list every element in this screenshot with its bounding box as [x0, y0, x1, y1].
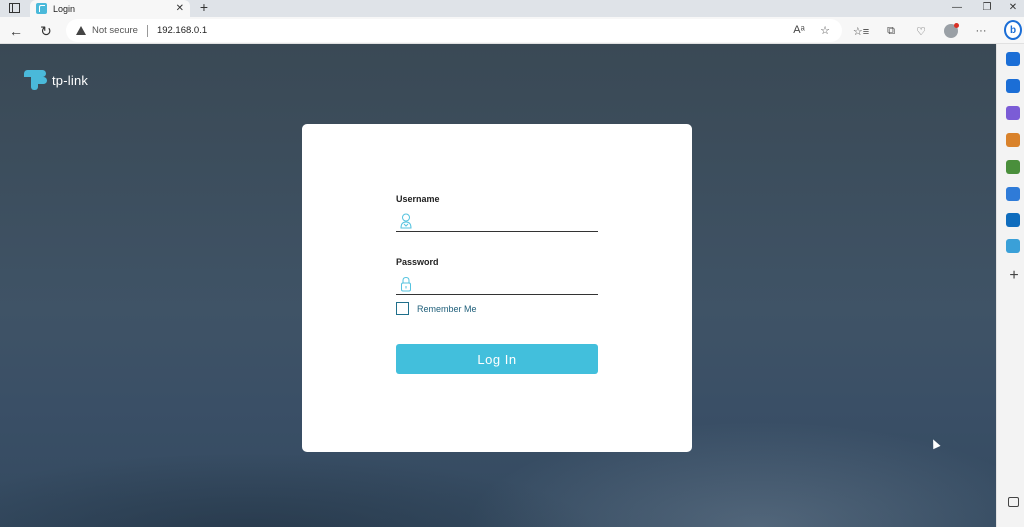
tools-briefcase-icon[interactable]: [1006, 133, 1020, 147]
remember-me-option[interactable]: Remember Me: [396, 302, 477, 315]
add-favorite-button[interactable]: ☆: [816, 21, 834, 39]
password-label: Password: [396, 257, 439, 267]
browser-tab-login[interactable]: Login ✕: [30, 0, 190, 17]
favorites-button[interactable]: ☆≡: [852, 22, 870, 40]
back-arrow-icon: ←: [9, 23, 23, 39]
outlook-icon[interactable]: [1006, 213, 1020, 227]
plus-icon: +: [1009, 267, 1019, 284]
security-status[interactable]: Not secure: [92, 25, 138, 36]
bing-copilot-button[interactable]: b: [1004, 20, 1022, 40]
tab-close-icon[interactable]: ✕: [176, 3, 184, 14]
minimize-button[interactable]: —: [942, 0, 972, 17]
brand-name: tp-link: [52, 72, 89, 88]
new-tab-button[interactable]: +: [196, 0, 212, 17]
search-icon[interactable]: [1006, 79, 1020, 93]
login-button[interactable]: Log In: [396, 344, 598, 374]
shopping-tag-icon[interactable]: [1006, 106, 1020, 120]
remember-me-checkbox[interactable]: [396, 302, 409, 315]
reload-button[interactable]: ↻: [36, 21, 56, 41]
lock-icon: [401, 276, 411, 292]
username-input[interactable]: [420, 212, 594, 230]
notifications-icon[interactable]: [1006, 52, 1020, 66]
tp-link-logo-icon: [24, 68, 48, 92]
username-label: Username: [396, 194, 440, 204]
password-input[interactable]: [420, 275, 594, 293]
browser-toolbar: ← ↻ Not secure 192.168.0.1 Aᵃ ☆ ☆≡ ⧉ ♡ ·…: [0, 17, 1024, 44]
collections-button[interactable]: ⧉: [882, 22, 900, 40]
tab-actions-button[interactable]: [4, 1, 24, 15]
tab-strip: Login ✕ + — ❐ ✕: [0, 0, 1024, 17]
bing-icon: b: [1009, 24, 1017, 36]
browser-essentials-button[interactable]: ♡: [912, 22, 930, 40]
user-icon: [400, 213, 412, 229]
tab-actions-icon: [8, 3, 20, 13]
read-aloud-icon: Aᵃ: [793, 24, 805, 36]
add-sidebar-app-button[interactable]: +: [1004, 266, 1024, 286]
remember-me-label[interactable]: Remember Me: [417, 304, 477, 314]
tab-title: Login: [53, 3, 76, 14]
read-aloud-button[interactable]: Aᵃ: [790, 21, 808, 39]
warning-icon: [76, 26, 86, 35]
microsoft-365-icon[interactable]: [1006, 187, 1020, 201]
favorites-list-icon: ☆≡: [852, 25, 870, 38]
profile-button[interactable]: [942, 22, 960, 40]
more-menu-button[interactable]: ···: [972, 22, 990, 40]
tp-link-favicon-icon: [36, 3, 47, 14]
collections-icon: ⧉: [887, 24, 895, 37]
sidebar-toggle-icon[interactable]: [1008, 497, 1019, 507]
username-field[interactable]: [396, 210, 598, 232]
drop-icon[interactable]: [1006, 239, 1020, 253]
password-field[interactable]: [396, 273, 598, 295]
window-close-button[interactable]: ✕: [998, 0, 1024, 17]
tp-link-logo: tp-link: [24, 68, 88, 92]
back-button[interactable]: ←: [6, 21, 26, 41]
games-icon[interactable]: [1006, 160, 1020, 174]
address-url[interactable]: 192.168.0.1: [157, 25, 207, 36]
heart-pulse-icon: ♡: [916, 25, 926, 38]
avatar: [944, 23, 959, 38]
star-icon: ☆: [820, 24, 830, 37]
more-dots-icon: ···: [975, 25, 987, 37]
login-card: Username Password Remember Me Log In: [302, 124, 692, 452]
reload-icon: ↻: [40, 22, 52, 39]
address-bar[interactable]: Not secure 192.168.0.1: [66, 19, 842, 42]
address-separator: [146, 24, 148, 37]
router-login-page: tp-link Username Password Remember Me Lo…: [0, 44, 996, 527]
